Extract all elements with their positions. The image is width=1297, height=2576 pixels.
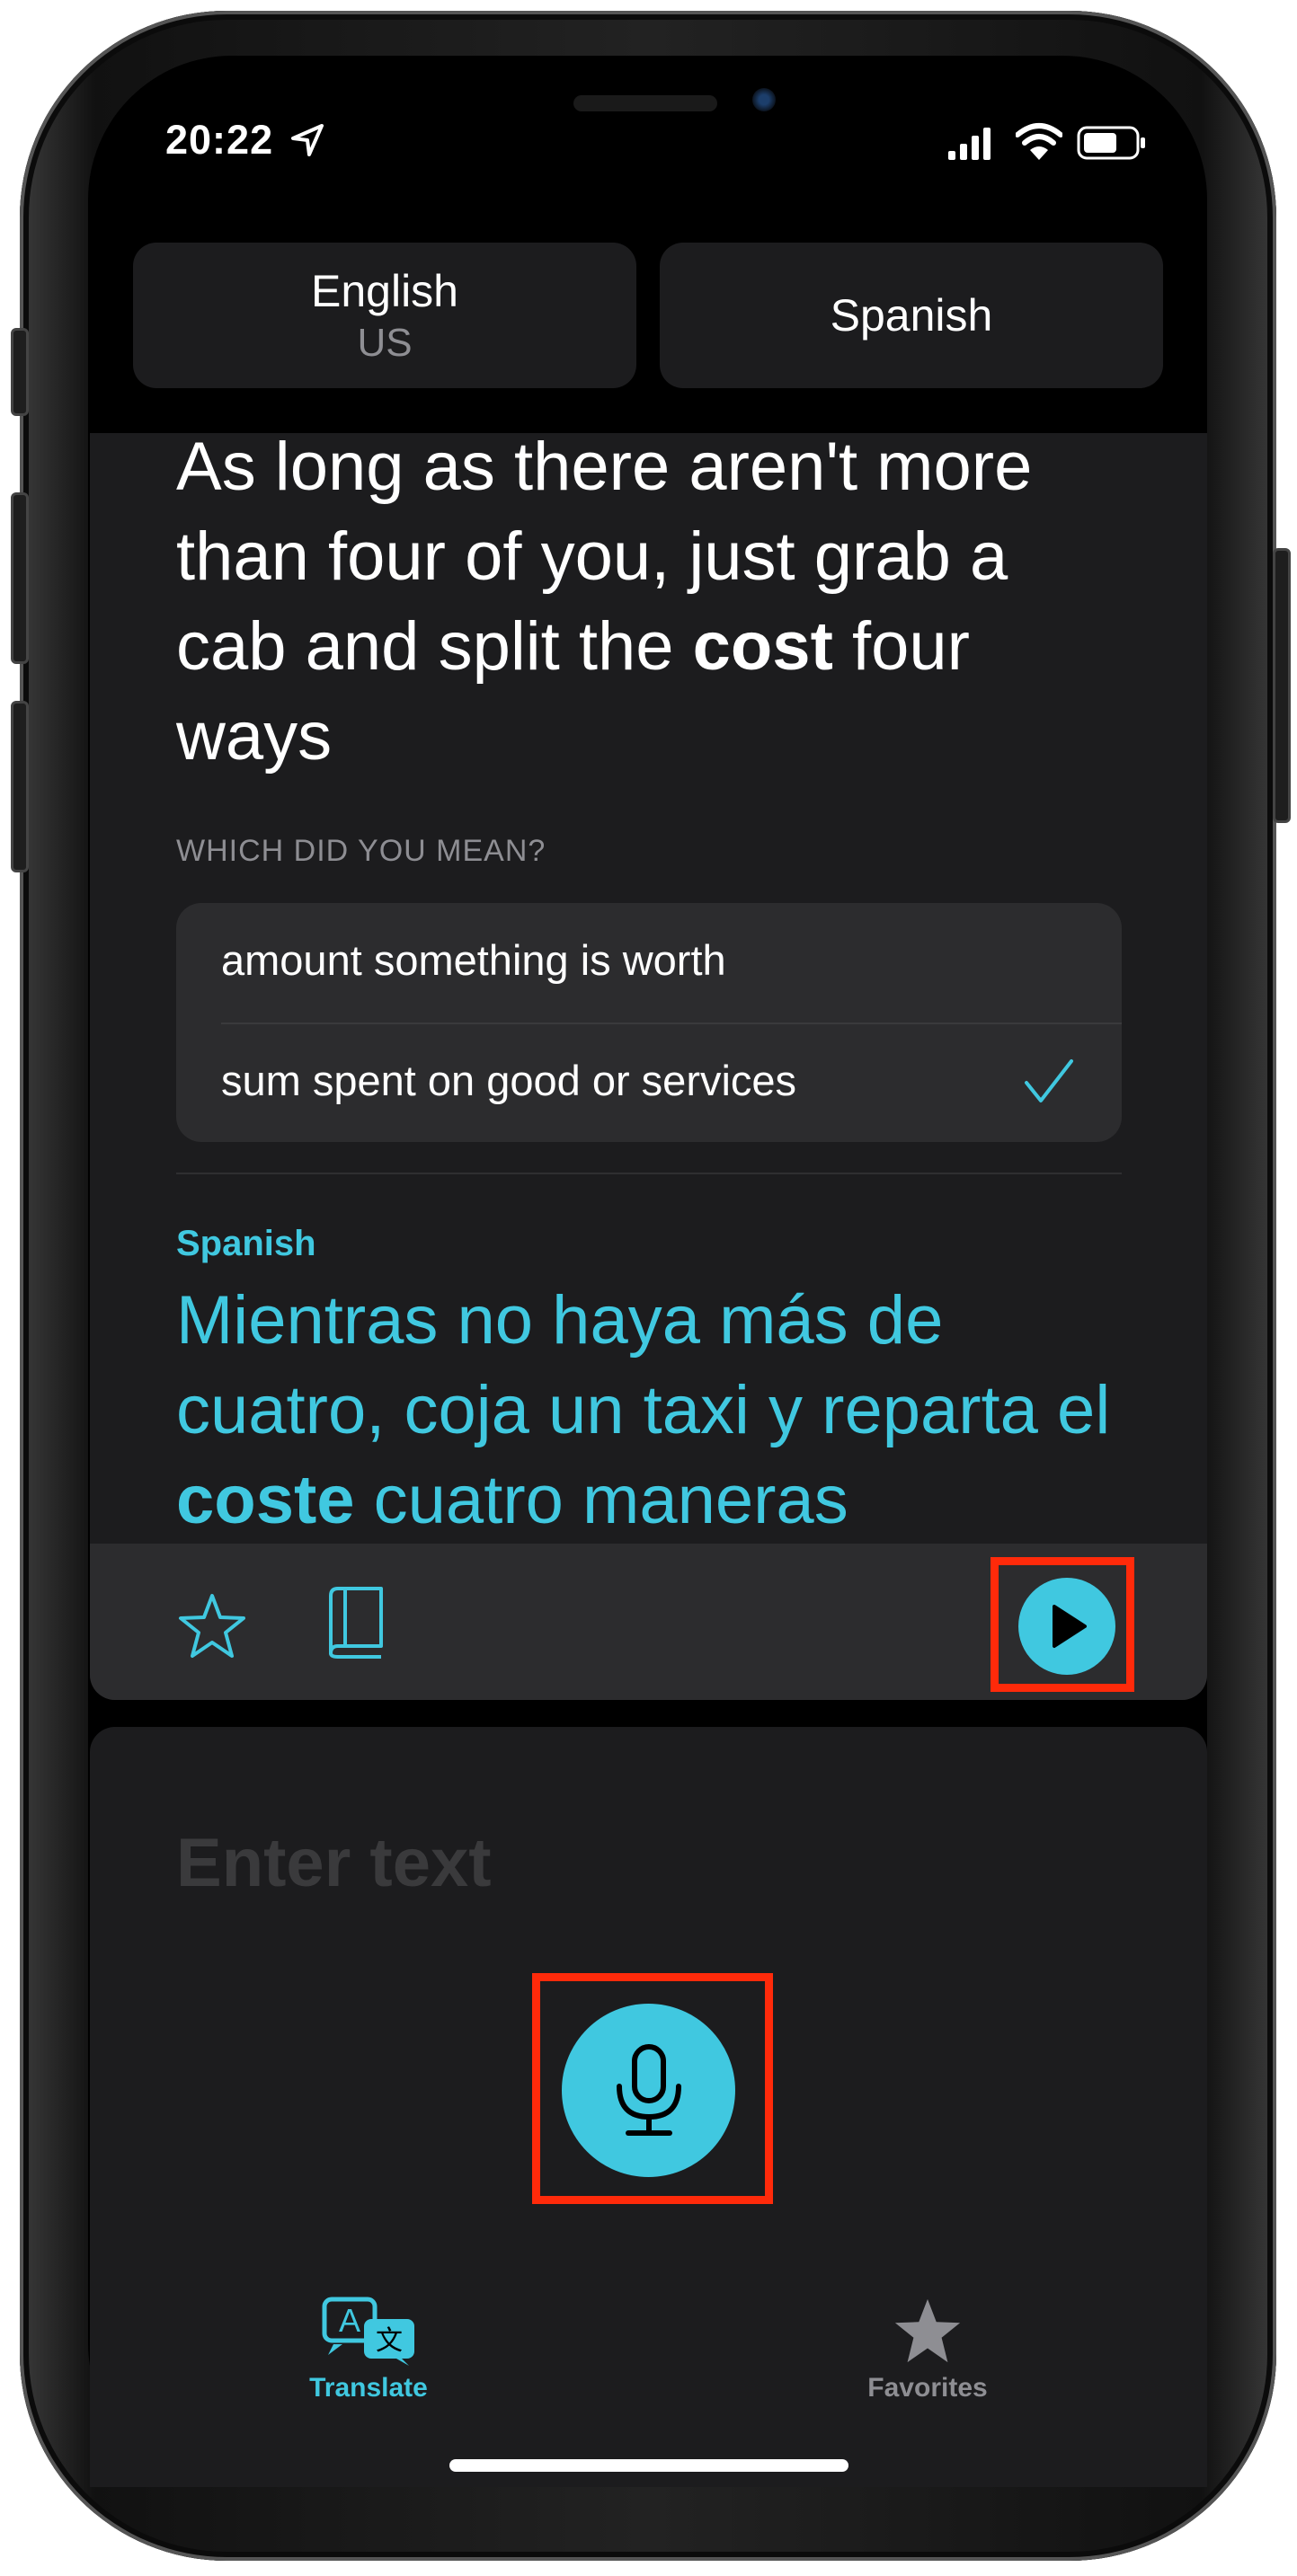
status-time: 20:22: [165, 117, 274, 163]
power-button: [1273, 548, 1291, 823]
tab-translate[interactable]: A 文 Translate: [297, 2296, 440, 2403]
source-language-name: English: [311, 266, 458, 316]
checkmark-icon: [1025, 1059, 1073, 1102]
translation-text-part: cuatro maneras: [354, 1462, 848, 1538]
svg-text:A: A: [339, 2302, 360, 2339]
divider: [221, 1022, 1122, 1024]
svg-text:文: 文: [376, 2325, 403, 2357]
divider: [176, 1173, 1122, 1174]
cellular-signal-icon: [948, 128, 991, 160]
mute-switch: [11, 328, 29, 416]
microphone-highlight-box: [532, 1973, 773, 2204]
disambiguation-options: amount something is worth sum spent on g…: [176, 903, 1122, 1142]
translate-icon: A 文: [322, 2297, 414, 2366]
location-arrow-icon: [291, 124, 324, 156]
translation-highlight-word: coste: [176, 1462, 355, 1538]
translation-language-label: Spanish: [176, 1224, 316, 1263]
star-icon: [894, 2298, 961, 2363]
disambiguation-heading: WHICH DID YOU MEAN?: [176, 834, 546, 868]
translation-text[interactable]: Mientras no haya más de cuatro, coja un …: [176, 1276, 1147, 1545]
home-indicator: [449, 2459, 848, 2472]
favorite-star-icon[interactable]: [176, 1590, 248, 1662]
source-text[interactable]: As long as there aren't more than four o…: [176, 422, 1129, 782]
front-camera: [752, 88, 776, 111]
volume-up-button: [11, 492, 29, 664]
source-highlight-word: cost: [692, 608, 833, 685]
target-language-name: Spanish: [830, 290, 993, 341]
tab-label: Translate: [309, 2373, 428, 2403]
source-language-region: US: [357, 321, 413, 365]
wifi-icon: [1016, 123, 1062, 160]
speaker-grille: [573, 95, 717, 111]
translation-text-part: Mientras no haya más de cuatro, coja un …: [176, 1282, 1111, 1448]
tab-label: Favorites: [867, 2373, 988, 2403]
volume-down-button: [11, 701, 29, 872]
dictionary-book-icon[interactable]: [325, 1585, 390, 1660]
source-language-button[interactable]: English US: [133, 243, 636, 388]
play-highlight-box: [991, 1557, 1134, 1692]
text-input[interactable]: Enter text: [176, 1824, 492, 1902]
option-item[interactable]: sum spent on good or services: [221, 1056, 796, 1105]
battery-icon: [1077, 126, 1145, 160]
option-item[interactable]: amount something is worth: [221, 935, 726, 985]
tab-favorites[interactable]: Favorites: [856, 2296, 999, 2403]
target-language-button[interactable]: Spanish: [660, 243, 1163, 388]
